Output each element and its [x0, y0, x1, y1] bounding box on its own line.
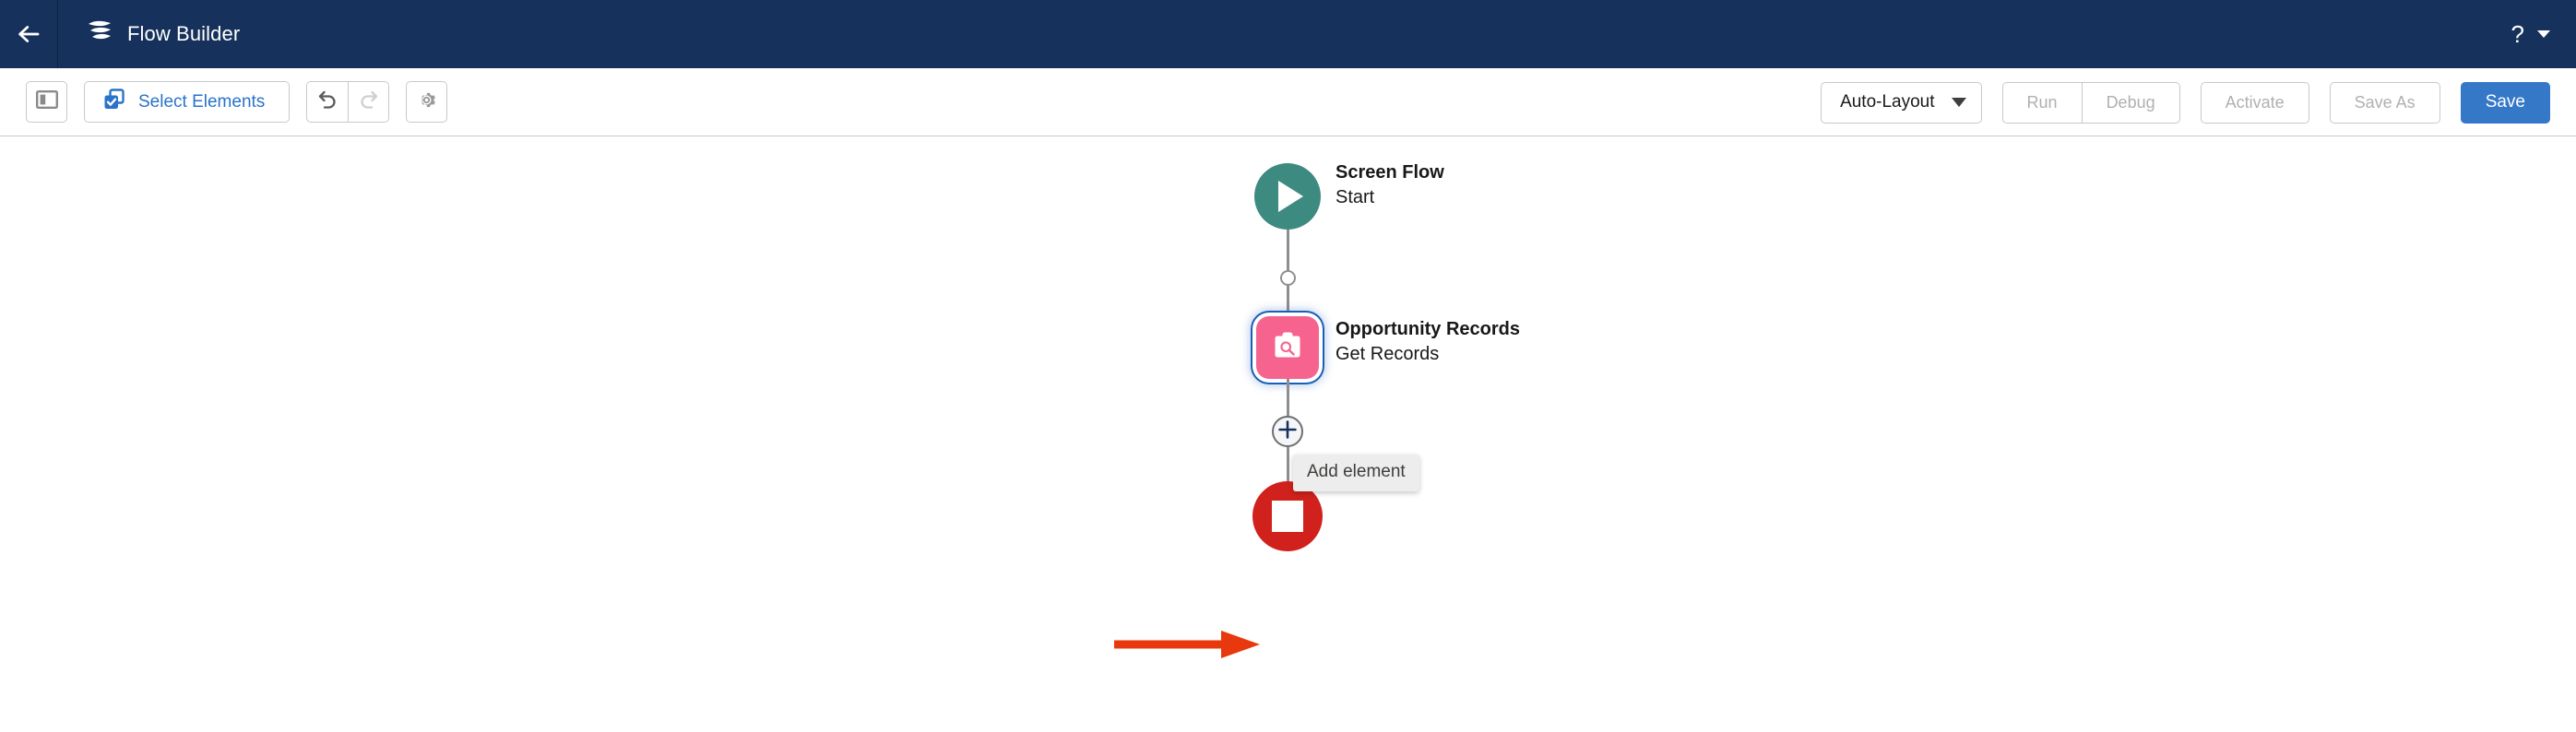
flow-node-get-records-label: Opportunity Records Get Records: [1335, 317, 1520, 367]
plus-icon: [1277, 419, 1298, 444]
flow-node-get-records[interactable]: [1256, 316, 1319, 379]
page-title: Flow Builder: [127, 22, 241, 45]
flow-node-start-label: Screen Flow Start: [1335, 160, 1444, 210]
header-actions: ?: [2511, 0, 2550, 68]
play-icon: [1278, 181, 1303, 212]
connector-line: [1287, 379, 1289, 416]
select-elements-button[interactable]: Select Elements: [84, 81, 291, 123]
multi-select-icon: [103, 88, 125, 116]
connector-line: [1287, 230, 1289, 270]
node-subtitle: Start: [1335, 187, 1375, 207]
node-title: Screen Flow: [1335, 162, 1444, 183]
debug-button[interactable]: Debug: [2081, 81, 2180, 124]
layout-mode-value: Auto-Layout: [1840, 92, 1935, 112]
add-element-tooltip: Add element: [1293, 455, 1419, 491]
back-button[interactable]: [0, 0, 57, 68]
layout-mode-select[interactable]: Auto-Layout: [1821, 81, 1982, 124]
add-element-button[interactable]: [1272, 416, 1303, 447]
redo-icon: [358, 89, 380, 115]
toggle-left-panel-button[interactable]: [26, 81, 67, 123]
run-debug-group: Run Debug: [2001, 81, 2180, 124]
activate-button[interactable]: Activate: [2200, 81, 2309, 124]
toolbar-left-group: Select Elements: [26, 81, 448, 123]
flow-canvas[interactable]: Screen Flow Start Opportunity Records Ge…: [0, 136, 2576, 731]
toggle-left-panel-icon: [35, 90, 58, 113]
save-button[interactable]: Save: [2460, 81, 2550, 124]
question-mark-icon[interactable]: ?: [2511, 22, 2524, 46]
arrow-left-icon: [15, 20, 42, 48]
connector-line: [1287, 286, 1289, 316]
redo-button[interactable]: [348, 81, 390, 123]
stop-icon: [1272, 501, 1303, 532]
undo-button[interactable]: [306, 81, 349, 123]
select-elements-label: Select Elements: [138, 91, 266, 112]
undo-redo-group: [306, 81, 390, 123]
run-button[interactable]: Run: [2001, 81, 2082, 124]
chevron-down-icon[interactable]: [2537, 30, 2550, 38]
gear-icon: [416, 89, 437, 115]
connector-line: [1287, 447, 1289, 481]
chevron-down-icon: [1951, 98, 1966, 107]
node-title: Opportunity Records: [1335, 319, 1521, 339]
toolbar-right-group: Auto-Layout Run Debug Activate Save As S…: [1821, 68, 2550, 136]
annotation-arrow-icon: [1112, 628, 1269, 666]
get-records-clipboard-search-icon: [1270, 328, 1305, 368]
flow-node-end[interactable]: [1252, 481, 1323, 551]
builder-toolbar: Select Elements Auto-Layout Run Debug Ac…: [0, 68, 2576, 136]
connector-dot-icon[interactable]: [1280, 270, 1296, 286]
undo-icon: [316, 89, 338, 115]
toolbar-settings-button[interactable]: [406, 81, 448, 123]
save-as-button[interactable]: Save As: [2329, 81, 2440, 124]
app-header: Flow Builder ?: [0, 0, 2576, 68]
flow-node-start[interactable]: [1254, 163, 1321, 230]
node-subtitle: Get Records: [1335, 344, 1440, 364]
app-brand: Flow Builder: [58, 20, 240, 49]
flow-builder-logo-icon: [86, 20, 113, 49]
